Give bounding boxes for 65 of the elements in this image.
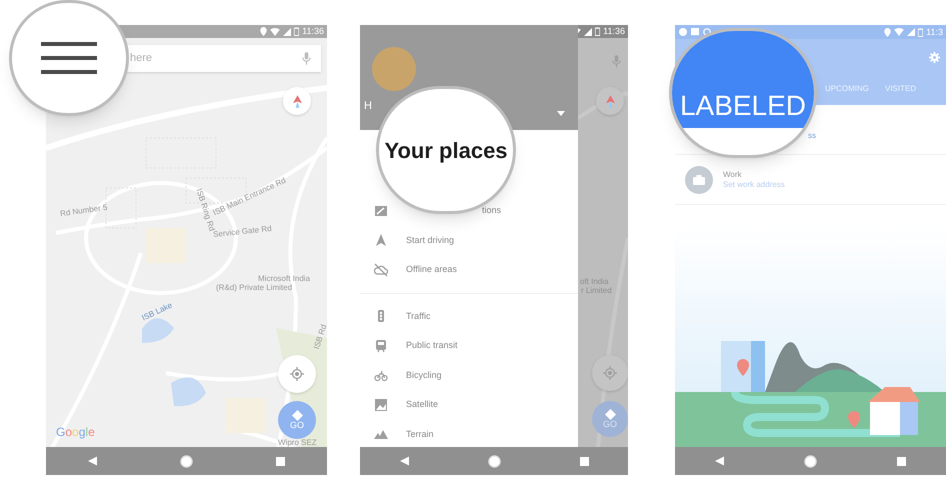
- image-icon: [691, 28, 699, 36]
- wifi-icon: [894, 28, 904, 36]
- status-time: 11:3: [926, 28, 943, 36]
- menu-item[interactable]: tions: [482, 204, 502, 218]
- signal-icon: [907, 28, 916, 36]
- home-icon[interactable]: [180, 454, 193, 468]
- recents-icon[interactable]: [580, 456, 588, 466]
- location-icon: [260, 27, 268, 36]
- signal-icon: [283, 28, 292, 36]
- map-label: ISB Rd: [312, 324, 327, 350]
- briefcase-icon: [685, 166, 713, 194]
- menu-item-icon: [374, 338, 388, 353]
- location-icon: [884, 28, 892, 36]
- microphone-icon[interactable]: [302, 52, 311, 65]
- recents-icon[interactable]: [897, 456, 906, 466]
- menu-item-icon: [374, 398, 388, 412]
- menu-icon[interactable]: [41, 42, 97, 74]
- menu-item-icon: [374, 368, 388, 382]
- directions-icon: [604, 409, 616, 420]
- place-address: Set work address: [723, 180, 785, 190]
- menu-item[interactable]: Terrain: [406, 428, 434, 441]
- map-label: Wipro SEZ: [278, 439, 317, 447]
- menu-item-icon: [374, 262, 388, 277]
- map-label: ISB Lake: [140, 302, 174, 322]
- map-label: Microsoft India: [258, 275, 310, 283]
- home-icon[interactable]: [488, 454, 500, 468]
- locate-icon: [290, 367, 304, 381]
- menu-item[interactable]: Traffic: [406, 310, 431, 323]
- compass-button[interactable]: [596, 87, 624, 115]
- back-icon[interactable]: [400, 456, 408, 466]
- battery-icon: [595, 27, 600, 36]
- battery-icon: [918, 28, 924, 36]
- directions-icon: [292, 410, 302, 421]
- google-logo: Google: [56, 424, 95, 441]
- menu-item[interactable]: Bicycling: [406, 368, 442, 382]
- search-field[interactable]: here: [130, 50, 250, 67]
- home-icon[interactable]: [804, 454, 817, 468]
- place-name: Work: [723, 170, 743, 180]
- battery-icon: [294, 27, 300, 36]
- map-label: Service Gate Rd: [212, 224, 272, 240]
- compass-icon: [292, 94, 302, 108]
- menu-item[interactable]: Start driving: [406, 234, 454, 247]
- compass-button[interactable]: [283, 87, 311, 115]
- menu-item-icon: [374, 204, 388, 218]
- back-icon[interactable]: [715, 456, 724, 466]
- menu-item-icon: [374, 233, 388, 248]
- menu-item[interactable]: Public transit: [406, 339, 458, 352]
- map-label: (R&d) Private Limited: [216, 284, 292, 292]
- status-time: 11:36: [603, 27, 625, 36]
- locate-icon: [603, 366, 617, 380]
- compass-icon: [606, 94, 614, 108]
- map-label: Rd Number 5: [60, 204, 108, 218]
- dropdown-caret-icon[interactable]: [557, 111, 565, 116]
- status-time: 11:36: [302, 27, 324, 36]
- place-address[interactable]: ss: [808, 130, 816, 142]
- wifi-icon: [270, 28, 280, 36]
- account-name[interactable]: H: [364, 101, 372, 112]
- back-icon[interactable]: [88, 456, 97, 466]
- menu-item-label[interactable]: Your places: [384, 134, 508, 166]
- recents-icon[interactable]: [276, 456, 286, 466]
- notification-icon: [679, 28, 687, 36]
- settings-icon[interactable]: [929, 52, 940, 63]
- menu-item[interactable]: Offline areas: [406, 263, 457, 276]
- menu-item[interactable]: Satellite: [406, 398, 438, 412]
- signal-icon: [584, 28, 592, 36]
